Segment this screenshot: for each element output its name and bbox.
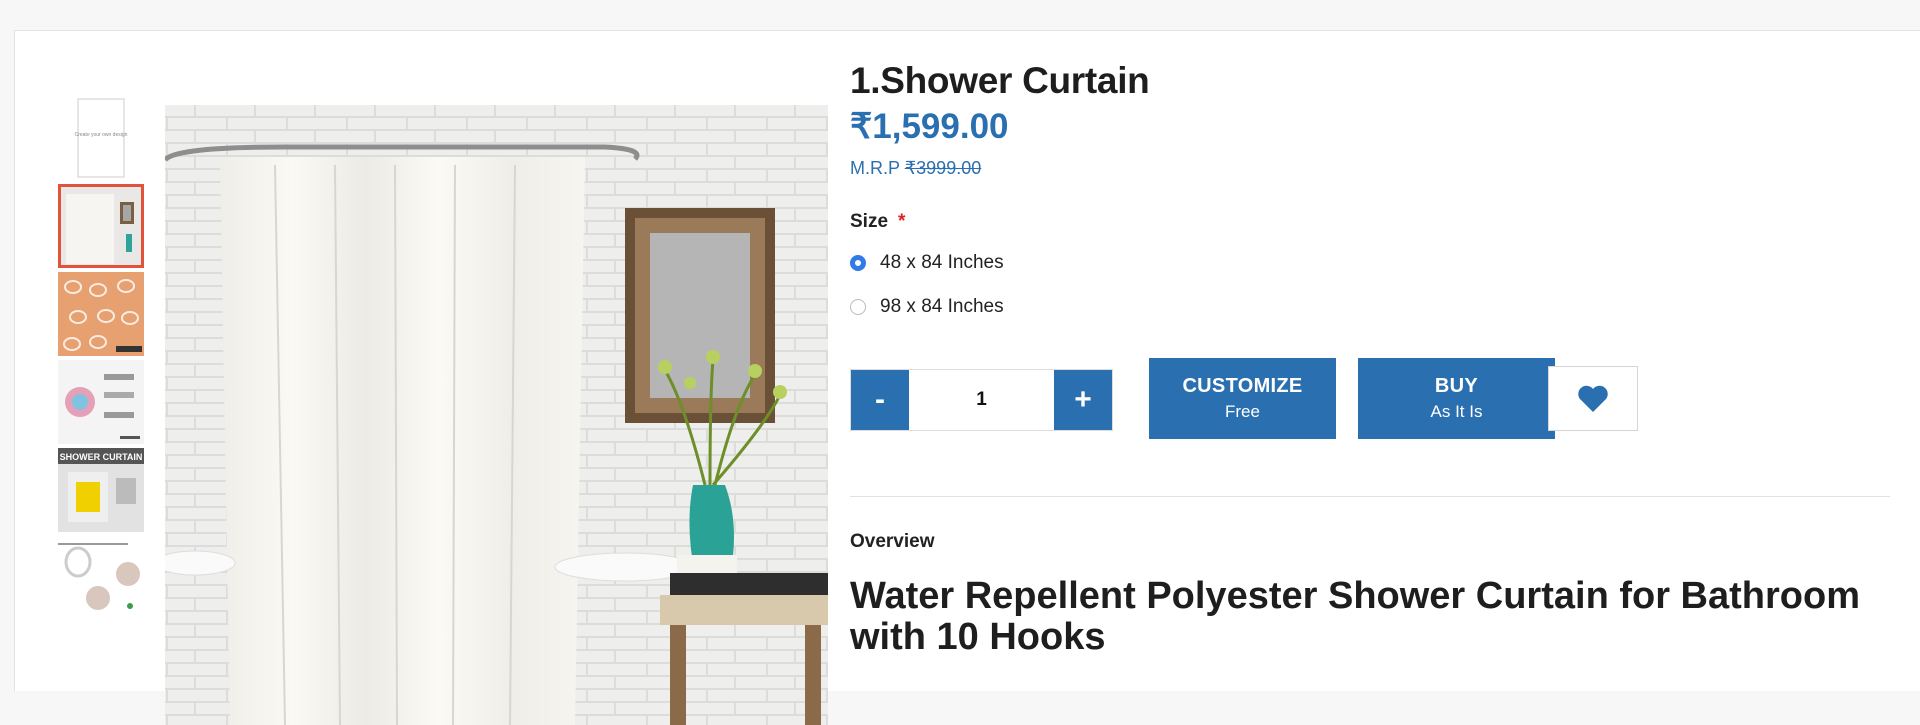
required-mark: * [898,211,906,232]
customize-button[interactable]: CUSTOMIZE Free [1149,358,1336,439]
size-option-label: 98 x 84 Inches [880,296,1004,317]
thumbnail-hooks[interactable] [58,272,144,356]
svg-text:SHOWER CURTAIN: SHOWER CURTAIN [60,452,143,462]
size-label: Size * [850,211,906,232]
size-option-label: 48 x 84 Inches [880,252,1004,273]
buy-button[interactable]: BUY As It Is [1358,358,1555,439]
product-price: ₹1,599.00 [850,107,1009,146]
product-heading: Water Repellent Polyester Shower Curtain… [850,575,1860,658]
increase-quantity-button[interactable]: + [1054,370,1112,430]
size-option-48x84[interactable]: 48 x 84 Inches [850,252,1004,274]
mrp: M.R.P ₹3999.00 [850,158,981,179]
product-title: 1.Shower Curtain [850,60,1150,101]
thumbnail-features[interactable] [58,360,144,444]
thumbnail-curtain[interactable] [58,184,144,268]
product-card: Create your own design SHOWER CURTAIN 1.… [14,30,1920,725]
size-option-98x84[interactable]: 98 x 84 Inches [850,296,1004,318]
wishlist-button[interactable] [1548,366,1638,431]
thumbnail-template[interactable]: Create your own design [58,96,144,180]
quantity-stepper: - 1 + [850,369,1113,431]
svg-text:Create your own design: Create your own design [75,132,128,138]
mrp-label: M.R.P [850,158,900,178]
overview-label: Overview [850,531,935,552]
radio-unselected[interactable] [850,299,866,315]
main-product-image[interactable] [165,105,828,725]
thumbnail-shower-curtain[interactable]: SHOWER CURTAIN [58,448,144,532]
radio-selected[interactable] [850,255,866,271]
quantity-input[interactable]: 1 [909,370,1054,430]
decrease-quantity-button[interactable]: - [851,370,909,430]
heart-icon [1578,385,1608,412]
mrp-value: ₹3999.00 [904,158,982,178]
divider [850,496,1890,497]
thumbnail-hook-closeup[interactable] [58,536,144,620]
